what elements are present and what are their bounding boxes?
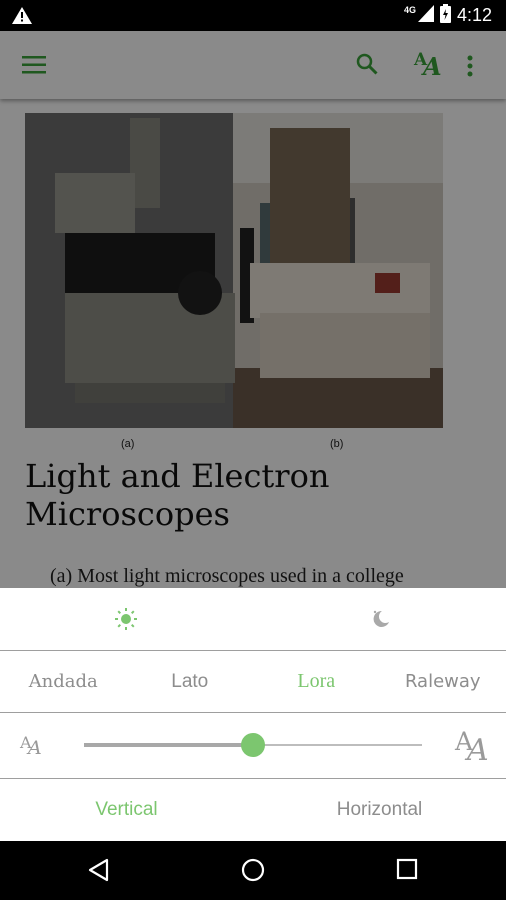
font-option-andada[interactable]: Andada [0,651,127,712]
slider-thumb[interactable] [241,733,265,757]
back-icon[interactable] [87,858,109,887]
orientation-vertical[interactable]: Vertical [0,779,253,841]
sun-icon[interactable] [114,607,138,636]
font-row: Andada Lato Lora Raleway [0,651,506,713]
font-option-lora[interactable]: Lora [253,651,380,712]
warning-icon [12,7,32,29]
orientation-horizontal[interactable]: Horizontal [253,779,506,841]
network-type: 4G [403,4,416,15]
clock: 4:12 [456,5,492,25]
font-option-lato[interactable]: Lato [127,651,254,712]
decrease-glyph-b: A [28,737,42,759]
text-size-slider[interactable] [84,733,422,757]
scrim-overlay[interactable] [0,31,506,588]
slider-fill [84,743,253,747]
battery-icon [439,3,451,28]
status-right: 4G 4:12 [404,0,492,31]
text-size-row: A A A A [0,713,506,779]
font-option-raleway[interactable]: Raleway [380,651,506,712]
home-icon[interactable] [241,858,265,887]
navigation-bar [0,841,506,900]
recents-icon[interactable] [396,858,418,885]
theme-row [0,588,506,651]
moon-icon[interactable] [369,608,391,635]
reading-settings-sheet: Andada Lato Lora Raleway A A A A Vertica… [0,588,506,841]
status-bar: 4G 4:12 [0,0,506,31]
orientation-row: Vertical Horizontal [0,779,506,841]
reader-content: A A (a) (b) Light and Electron Microscop… [0,31,506,588]
signal-icon [417,4,434,27]
increase-glyph-b: A [467,733,489,768]
